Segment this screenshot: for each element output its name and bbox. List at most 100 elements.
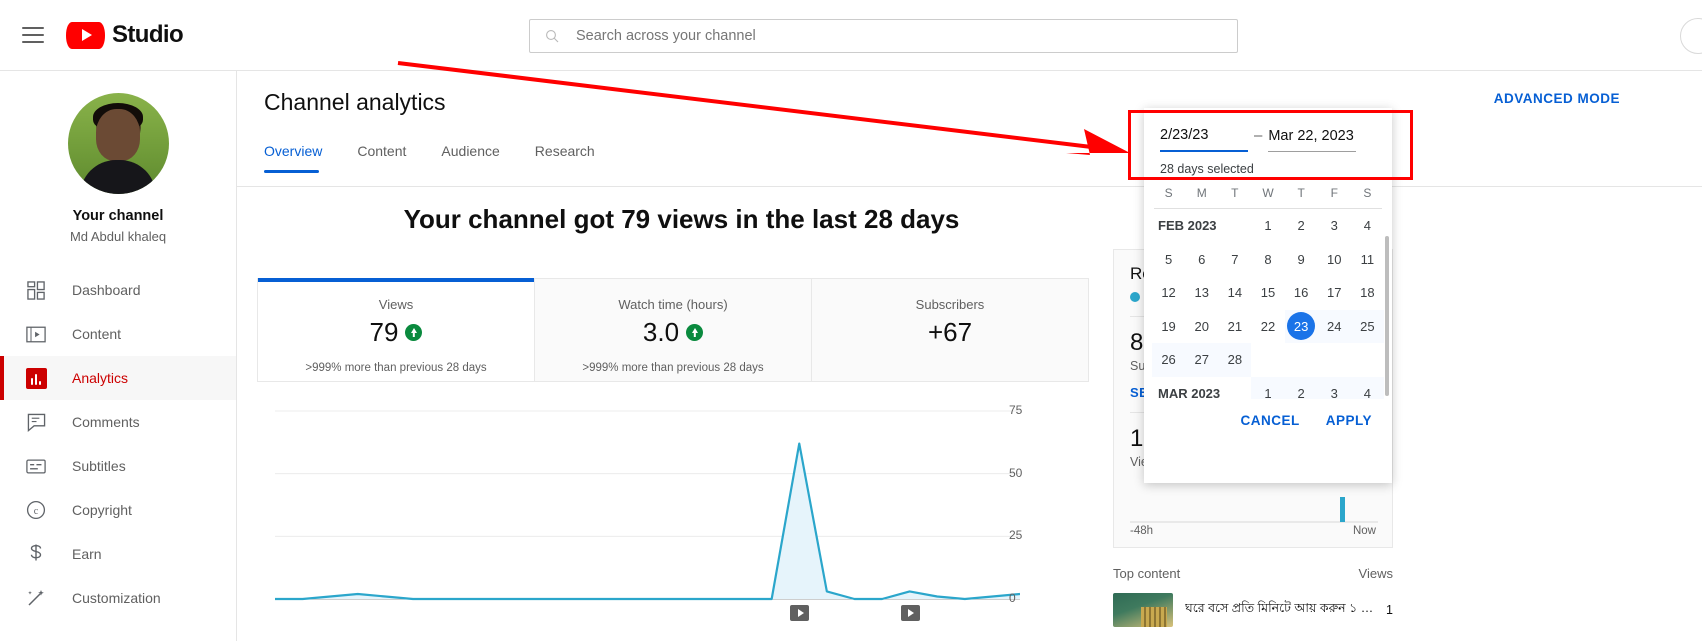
page-title: Channel analytics bbox=[264, 89, 446, 115]
tab-content[interactable]: Content bbox=[357, 143, 422, 173]
calendar-day[interactable]: 28 bbox=[1218, 343, 1252, 377]
tab-research[interactable]: Research bbox=[535, 143, 611, 173]
metric-cards: Views 79 >999% more than previous 28 day… bbox=[257, 278, 1089, 382]
calendar-day[interactable]: 2 bbox=[1285, 209, 1318, 243]
chart-y-axis: 75 50 25 0 bbox=[1009, 401, 1089, 616]
metric-card-watch-time[interactable]: Watch time (hours) 3.0 >999% more than p… bbox=[534, 279, 811, 381]
calendar-day[interactable]: 7 bbox=[1218, 243, 1251, 277]
sidebar-item-customization[interactable]: Customization bbox=[0, 576, 236, 620]
trend-up-icon bbox=[405, 324, 423, 341]
realtime-bar-chart bbox=[1130, 477, 1378, 523]
list-item[interactable]: ঘরে বসে প্রতি মিনিটে আয় করুন ১ টা... 1 bbox=[1113, 593, 1393, 627]
studio-brand[interactable]: Studio bbox=[66, 21, 184, 49]
date-range-picker[interactable]: – 28 days selected SMTWTFS FEB 202312345… bbox=[1144, 108, 1392, 483]
svg-text:c: c bbox=[34, 506, 39, 517]
metric-delta: >999% more than previous 28 days bbox=[305, 362, 487, 374]
calendar-day[interactable]: 24 bbox=[1317, 309, 1351, 343]
metric-card-subscribers[interactable]: Subscribers +67 bbox=[811, 279, 1088, 381]
calendar-day[interactable]: 19 bbox=[1152, 310, 1185, 344]
calendar-day[interactable]: 14 bbox=[1218, 276, 1251, 310]
calendar-day[interactable]: 1 bbox=[1251, 209, 1284, 243]
calendar-week-row: 5 6 7 8 9 10 11 bbox=[1152, 243, 1384, 277]
day-of-week-headers: SMTWTFS bbox=[1144, 182, 1392, 204]
calendar-day[interactable]: 22 bbox=[1251, 310, 1284, 344]
chart-plot-area[interactable] bbox=[275, 401, 1020, 621]
start-date-field[interactable] bbox=[1160, 126, 1248, 152]
top-bar: Studio Search across your channel bbox=[0, 0, 1702, 71]
search-box[interactable]: Search across your channel bbox=[529, 19, 1238, 53]
apply-button[interactable]: APPLY bbox=[1326, 413, 1372, 428]
video-views: 1 bbox=[1386, 603, 1393, 617]
calendar-day-empty bbox=[1285, 343, 1318, 377]
calendar-day[interactable]: 15 bbox=[1251, 276, 1284, 310]
sidebar-item-analytics[interactable]: Analytics bbox=[0, 356, 236, 400]
end-date-input[interactable] bbox=[1268, 128, 1357, 151]
tab-audience[interactable]: Audience bbox=[441, 143, 515, 173]
calendar-day[interactable]: 21 bbox=[1218, 310, 1251, 344]
calendar-day[interactable]: 8 bbox=[1251, 243, 1284, 277]
calendar-day[interactable]: 9 bbox=[1285, 243, 1318, 277]
video-publish-marker[interactable] bbox=[900, 605, 920, 621]
calendar-day[interactable]: 6 bbox=[1185, 243, 1218, 277]
tab-overview[interactable]: Overview bbox=[264, 143, 338, 173]
calendar-day-empty bbox=[1251, 343, 1284, 377]
calendar-day[interactable]: 4 bbox=[1350, 376, 1384, 399]
cancel-button[interactable]: CANCEL bbox=[1240, 413, 1299, 428]
metric-value-wrap: 3.0 bbox=[535, 317, 811, 348]
calendar-day[interactable]: 25 bbox=[1350, 309, 1384, 343]
video-title: ঘরে বসে প্রতি মিনিটে আয় করুন ১ টা... bbox=[1185, 601, 1375, 615]
axis-right-label: Now bbox=[1352, 525, 1376, 537]
top-content-metric: Views bbox=[1358, 566, 1393, 581]
calendar-day[interactable]: 4 bbox=[1351, 209, 1384, 243]
sidebar-item-content[interactable]: Content bbox=[0, 312, 236, 356]
search-container: Search across your channel bbox=[529, 19, 1238, 53]
metric-card-views[interactable]: Views 79 >999% more than previous 28 day… bbox=[258, 278, 534, 381]
calendar-day[interactable]: 1 bbox=[1251, 376, 1285, 399]
day-header: T bbox=[1297, 186, 1305, 200]
video-publish-marker[interactable] bbox=[790, 605, 810, 621]
calendar-day[interactable]: 17 bbox=[1318, 276, 1351, 310]
sidebar-item-copyright[interactable]: c Copyright bbox=[0, 488, 236, 532]
calendar-day[interactable]: 18 bbox=[1351, 276, 1384, 310]
calendar-day[interactable]: 13 bbox=[1185, 276, 1218, 310]
calendar-day[interactable]: 11 bbox=[1351, 243, 1384, 277]
youtube-studio-analytics-page: Studio Search across your channel Your c… bbox=[0, 0, 1702, 641]
views-chart: 75 50 25 0 Feb 23, 2023Feb 28, 2023Mar 4… bbox=[257, 401, 1089, 641]
avatar[interactable] bbox=[67, 93, 169, 194]
end-date-field[interactable] bbox=[1268, 127, 1357, 152]
calendar-day[interactable]: 16 bbox=[1285, 276, 1318, 310]
sidebar-item-label: Dashboard bbox=[72, 282, 141, 298]
date-picker-actions: CANCEL APPLY bbox=[1144, 399, 1392, 428]
calendar-day[interactable]: 3 bbox=[1317, 376, 1351, 399]
sidebar-item-comments[interactable]: Comments bbox=[0, 400, 236, 444]
metric-value: +67 bbox=[927, 317, 973, 347]
calendar-day[interactable]: 12 bbox=[1152, 276, 1185, 310]
calendar-day[interactable]: 27 bbox=[1185, 343, 1219, 377]
calendar-day[interactable]: 10 bbox=[1318, 243, 1351, 277]
calendar-day[interactable]: 20 bbox=[1185, 310, 1218, 344]
calendar-grid[interactable]: FEB 2023 1 2 3 4 5 6 7 8 9 10 11 12 13 14 15 16 17 18 19 20 2… bbox=[1144, 209, 1392, 399]
realtime-axis: -48h Now bbox=[1130, 525, 1376, 537]
calendar-day[interactable]: 23 bbox=[1284, 309, 1318, 343]
day-header: S bbox=[1363, 186, 1372, 200]
sidebar-item-subtitles[interactable]: Subtitles bbox=[0, 444, 236, 488]
advanced-mode-button[interactable]: ADVANCED MODE bbox=[1494, 91, 1620, 106]
calendar-day[interactable]: 3 bbox=[1318, 209, 1351, 243]
account-avatar[interactable] bbox=[1680, 18, 1702, 54]
subtitles-icon bbox=[24, 454, 48, 478]
calendar-day[interactable]: 5 bbox=[1152, 243, 1185, 277]
sidebar-item-dashboard[interactable]: Dashboard bbox=[0, 268, 236, 312]
channel-label: Your channel bbox=[72, 208, 164, 224]
hamburger-icon[interactable] bbox=[22, 27, 44, 43]
day-header: M bbox=[1196, 186, 1207, 200]
analytics-tabs: Overview Content Audience Research bbox=[264, 143, 630, 173]
calendar-scrollbar[interactable] bbox=[1385, 236, 1389, 396]
days-selected-label: 28 days selected bbox=[1160, 162, 1254, 176]
calendar-day[interactable]: 26 bbox=[1152, 343, 1186, 377]
day-header: S bbox=[1164, 186, 1173, 200]
calendar-day[interactable]: 2 bbox=[1284, 376, 1318, 399]
search-input[interactable]: Search across your channel bbox=[576, 28, 756, 44]
sidebar-item-earn[interactable]: Earn bbox=[0, 532, 236, 576]
metric-label: Subscribers bbox=[915, 297, 985, 312]
start-date-input[interactable] bbox=[1160, 127, 1248, 150]
